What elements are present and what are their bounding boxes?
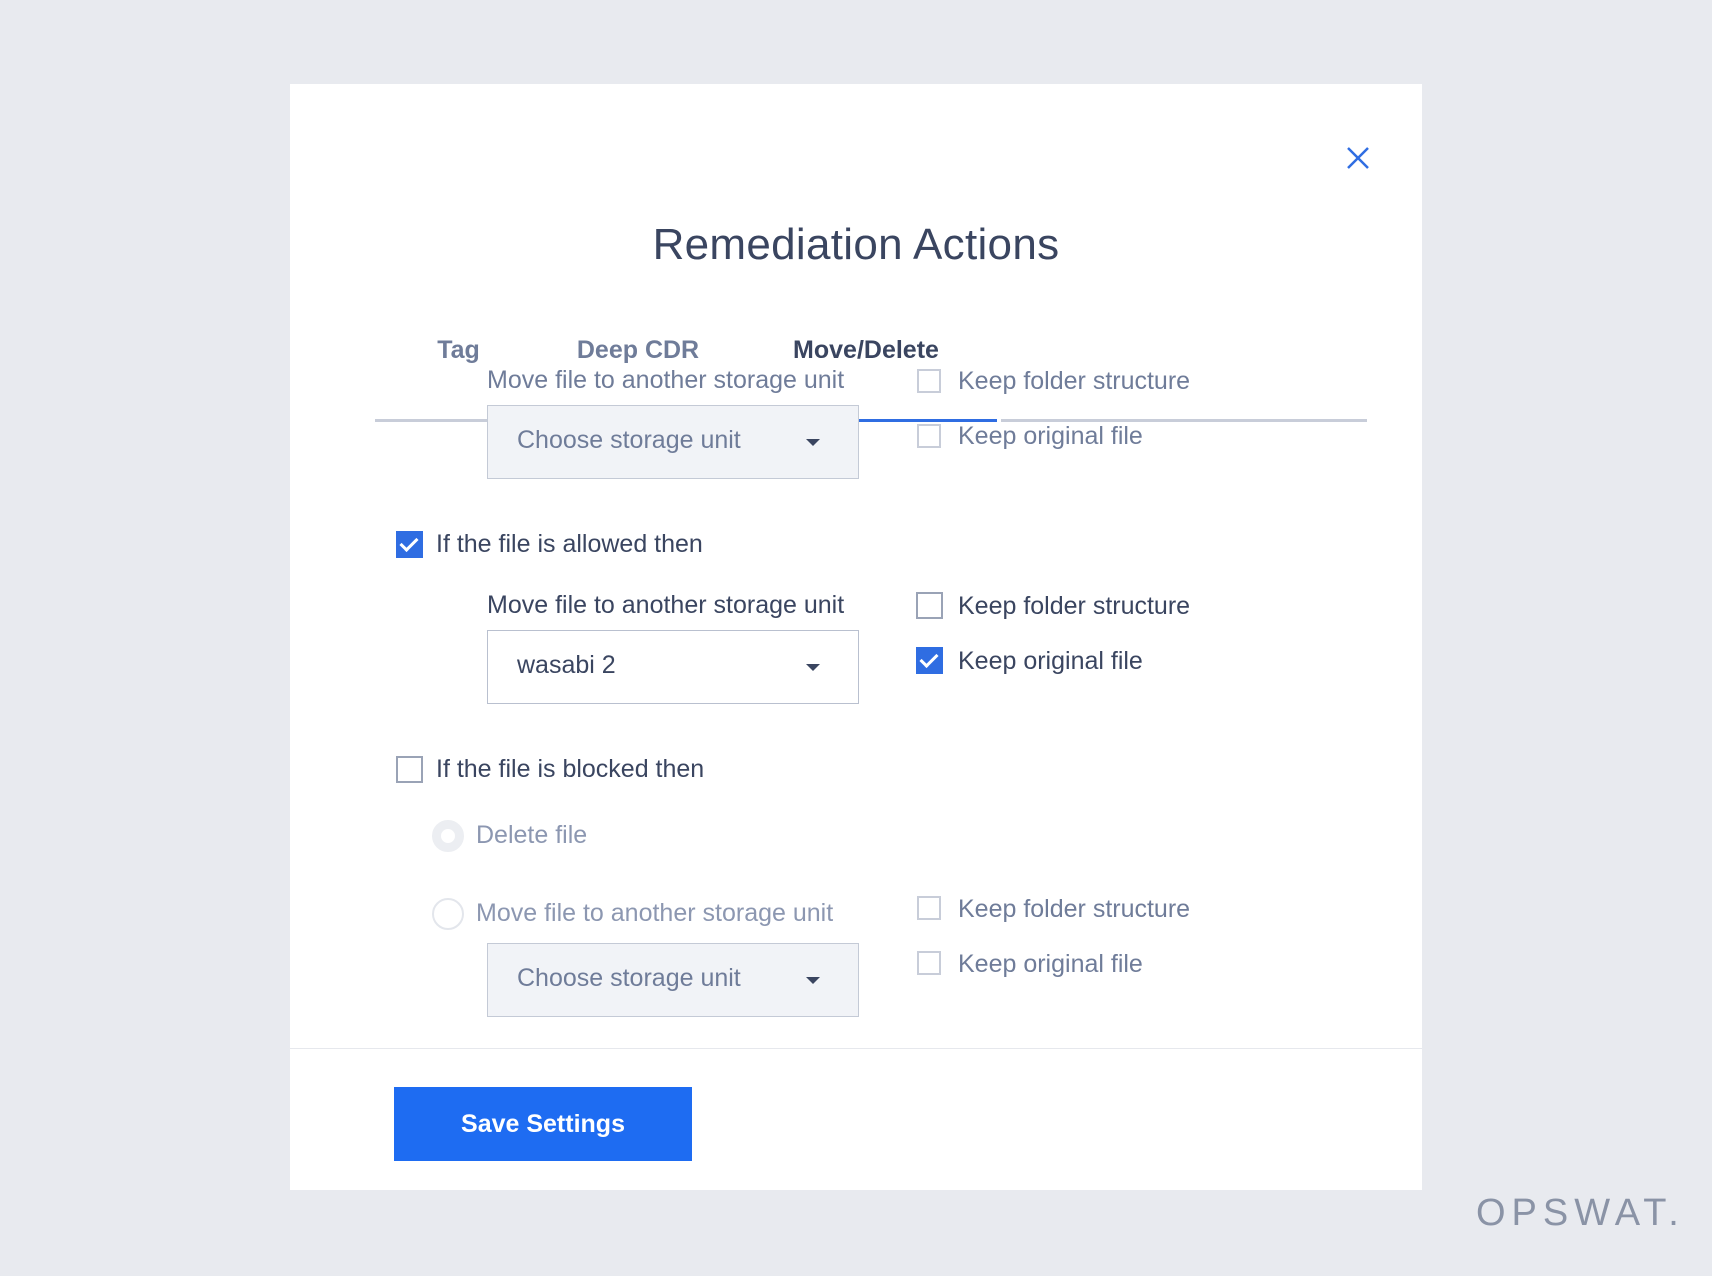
- keep-folder-structure-checkbox[interactable]: [916, 592, 943, 619]
- keep-folder-structure-label: Keep folder structure: [958, 895, 1191, 923]
- tab-label: Tag: [437, 336, 480, 364]
- keep-folder-structure-checkbox[interactable]: [917, 896, 941, 920]
- delete-file-label: Delete file: [476, 821, 588, 849]
- keep-original-file-label: Keep original file: [958, 422, 1143, 450]
- file-allowed-label: If the file is allowed then: [436, 530, 703, 558]
- dropdown-value: wasabi 2: [517, 651, 616, 679]
- storage-unit-dropdown[interactable]: Choose storage unit: [487, 943, 859, 1017]
- move-file-radio[interactable]: [432, 898, 464, 930]
- tab-label: Move/Delete: [793, 336, 939, 364]
- caret-down-icon: [806, 977, 820, 984]
- file-allowed-checkbox[interactable]: [396, 531, 423, 558]
- caret-down-icon: [806, 664, 820, 671]
- opswat-logo: OPSWAT.: [1476, 1192, 1685, 1234]
- keep-original-file-checkbox[interactable]: [917, 424, 941, 448]
- dialog-title: Remediation Actions: [652, 220, 1060, 269]
- keep-original-file-label: Keep original file: [958, 647, 1143, 675]
- file-blocked-checkbox[interactable]: [396, 756, 423, 783]
- close-icon: [1347, 147, 1369, 169]
- tab-label: Deep CDR: [576, 336, 700, 364]
- close-button[interactable]: [1338, 138, 1378, 178]
- dropdown-value: Choose storage unit: [517, 964, 741, 992]
- keep-original-file-label: Keep original file: [958, 950, 1143, 978]
- footer-divider: [290, 1048, 1422, 1049]
- keep-folder-structure-label: Keep folder structure: [958, 592, 1191, 620]
- remediation-actions-dialog: Remediation Actions Tag Deep CDR Move/De…: [290, 84, 1422, 1190]
- keep-folder-structure-checkbox[interactable]: [917, 369, 941, 393]
- delete-file-radio[interactable]: [432, 820, 464, 852]
- storage-unit-dropdown[interactable]: wasabi 2: [487, 630, 859, 704]
- dropdown-value: Choose storage unit: [517, 426, 741, 454]
- file-blocked-label: If the file is blocked then: [436, 755, 705, 783]
- keep-original-file-checkbox[interactable]: [916, 647, 943, 674]
- save-settings-button[interactable]: Save Settings: [394, 1087, 692, 1161]
- move-storage-label: Move file to another storage unit: [476, 899, 834, 927]
- move-storage-label: Move file to another storage unit: [487, 591, 845, 619]
- storage-unit-dropdown[interactable]: Choose storage unit: [487, 405, 859, 479]
- caret-down-icon: [806, 439, 820, 446]
- move-storage-label: Move file to another storage unit: [487, 366, 845, 394]
- keep-original-file-checkbox[interactable]: [917, 951, 941, 975]
- keep-folder-structure-label: Keep folder structure: [958, 367, 1191, 395]
